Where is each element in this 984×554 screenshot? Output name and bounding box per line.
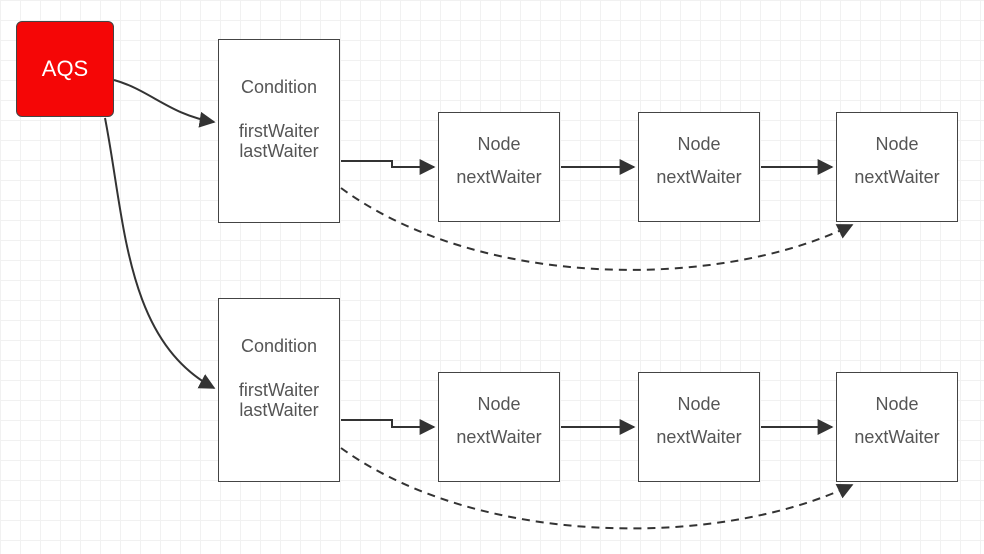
node-field: nextWaiter (456, 426, 541, 449)
condition-box-2: Condition firstWaiter lastWaiter (218, 298, 340, 482)
node-title: Node (677, 133, 720, 156)
arrow-lastwaiter-r1 (341, 188, 852, 270)
node-field: nextWaiter (854, 166, 939, 189)
node-field: nextWaiter (656, 426, 741, 449)
node-field: nextWaiter (854, 426, 939, 449)
arrow-aqs-to-cond1 (114, 80, 214, 122)
condition-box-1: Condition firstWaiter lastWaiter (218, 39, 340, 223)
condition-title: Condition (241, 76, 317, 99)
aqs-label: AQS (42, 55, 88, 83)
arrow-lastwaiter-r2 (341, 448, 852, 528)
node-title: Node (677, 393, 720, 416)
node-title: Node (875, 133, 918, 156)
node-field: nextWaiter (656, 166, 741, 189)
condition-lastwaiter: lastWaiter (239, 400, 319, 421)
condition-title: Condition (241, 335, 317, 358)
node-box-1-2: Node nextWaiter (638, 112, 760, 222)
node-field: nextWaiter (456, 166, 541, 189)
node-box-2-2: Node nextWaiter (638, 372, 760, 482)
condition-lastwaiter: lastWaiter (239, 141, 319, 162)
node-box-1-1: Node nextWaiter (438, 112, 560, 222)
node-title: Node (875, 393, 918, 416)
arrow-firstwaiter-r2 (341, 420, 434, 427)
node-box-2-3: Node nextWaiter (836, 372, 958, 482)
node-title: Node (477, 133, 520, 156)
arrow-firstwaiter-r1 (341, 161, 434, 167)
node-box-2-1: Node nextWaiter (438, 372, 560, 482)
arrow-aqs-to-cond2 (105, 118, 214, 388)
condition-firstwaiter: firstWaiter (239, 121, 319, 142)
node-box-1-3: Node nextWaiter (836, 112, 958, 222)
diagram-canvas: AQS Condition firstWaiter lastWaiter Nod… (0, 0, 984, 554)
node-title: Node (477, 393, 520, 416)
condition-firstwaiter: firstWaiter (239, 380, 319, 401)
aqs-box: AQS (16, 21, 114, 117)
